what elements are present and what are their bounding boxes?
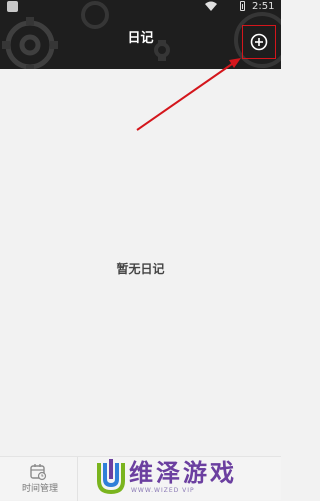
notification-app-icon xyxy=(7,1,18,12)
tab-label: 时间管理 xyxy=(21,484,58,494)
status-time: 2:51 xyxy=(252,1,275,12)
plus-circle-icon xyxy=(250,33,268,51)
watermark-title: 维泽游戏 xyxy=(129,459,237,487)
wifi-icon xyxy=(205,1,217,11)
status-bar: 2:51 xyxy=(0,0,281,14)
watermark: 维泽游戏 WWW.WIZED VIP xyxy=(96,457,276,499)
watermark-subtitle: WWW.WIZED VIP xyxy=(131,487,195,494)
watermark-logo-icon xyxy=(97,459,125,495)
empty-state-text: 暂无日记 xyxy=(116,262,165,276)
page-title: 日记 xyxy=(127,31,154,46)
add-diary-button[interactable] xyxy=(242,25,276,59)
tab-time-management[interactable]: 时间管理 xyxy=(2,457,78,501)
battery-icon xyxy=(240,1,245,11)
annotation-arrow xyxy=(136,58,241,131)
calendar-clock-icon xyxy=(30,464,47,481)
header-bar: 2:51 日记 xyxy=(0,0,281,69)
